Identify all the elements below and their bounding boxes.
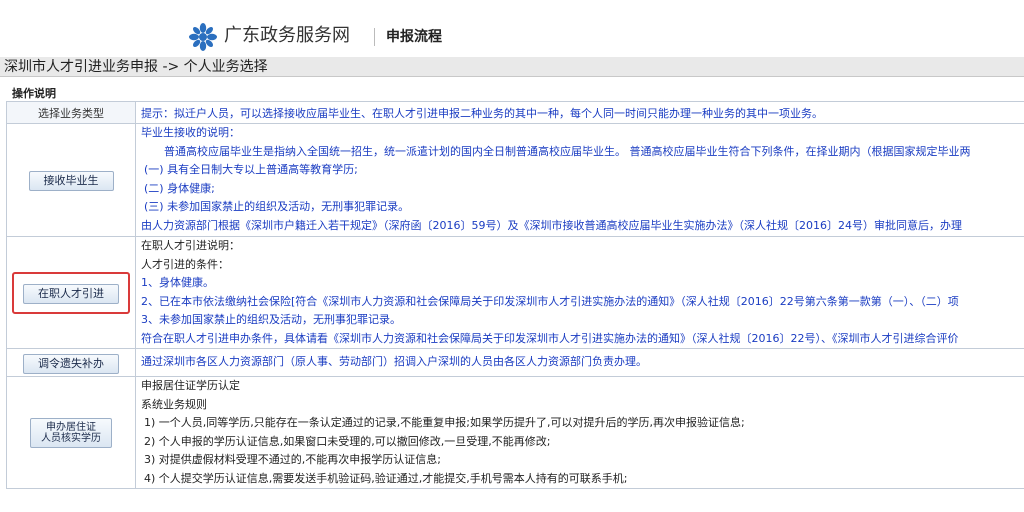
desc-line: 2) 个人申报的学历认证信息,如果窗口未受理的,可以撤回修改,一旦受理,不能再修… [144, 434, 551, 448]
row-action-cell: 接收毕业生 [6, 123, 136, 237]
breadcrumb: 深圳市人才引进业务申报 -> 个人业务选择 [0, 57, 1024, 77]
desc-line: 1、身体健康。 [141, 276, 214, 289]
desc-line: (二) 身体健康; [144, 181, 215, 195]
desc-line: 由人力资源部门根据《深圳市户籍迁入若干规定》（深府函〔2016〕59号）及《深圳… [141, 218, 962, 232]
residence-permit-degree-button[interactable]: 申办居住证 人员核实学历 [30, 417, 112, 448]
header-divider [374, 28, 375, 46]
desc-line: 在职人才引进说明： [141, 239, 240, 252]
button-label-line: 申办居住证 [46, 421, 96, 433]
page-title: 申报流程 [386, 29, 442, 45]
desc-line: (三) 未参加国家禁止的组织及活动，无刑事犯罪记录。 [144, 200, 410, 213]
table-row: 调令遗失补办 通过深圳市各区人力资源部门（原人事、劳动部门）招调入户深圳的人员由… [6, 348, 1024, 377]
desc-line: (一) 具有全日制大专以上普通高等教育学历; [144, 163, 358, 176]
section-title: 操作说明 [12, 87, 56, 100]
tip-text: 提示：拟迁户人员，可以选择接收应届毕业生、在职人才引进申报二种业务的其中一种，每… [135, 101, 1024, 124]
table-row: 接收毕业生 毕业生接收的说明： 普通高校应届毕业生是指纳入全国统一招生，统一派遣… [6, 123, 1024, 237]
desc-line: 2、已在本市依法缴纳社会保险[符合《深圳市人力资源和社会保障局关于印发深圳市人才… [141, 294, 959, 308]
button-label-line: 人员核实学历 [41, 432, 101, 444]
desc-line: 4) 个人提交学历认证信息,需要发送手机验证码,验证通过,才能提交,手机号需本人… [144, 471, 628, 485]
desc-line: 通过深圳市各区人力资源部门（原人事、劳动部门）招调入户深圳的人员由各区人力资源部… [141, 355, 647, 369]
business-selection-table: 选择业务类型 提示：拟迁户人员，可以选择接收应届毕业生、在职人才引进申报二种业务… [6, 101, 1024, 489]
row-action-cell: 在职人才引进 [6, 236, 136, 349]
desc-line: 毕业生接收的说明： [141, 126, 240, 139]
desc-line: 申报居住证学历认定 [141, 379, 240, 392]
desc-line: 系统业务规则 [141, 397, 207, 411]
desc-line: 人才引进的条件： [141, 257, 229, 271]
table-row: 在职人才引进 在职人才引进说明： 人才引进的条件： 1、身体健康。 2、已在本市… [6, 236, 1024, 349]
site-header: 广东政务服务网 申报流程 [0, 12, 1024, 56]
table-row: 申办居住证 人员核实学历 申报居住证学历认定 系统业务规则 1) 一个人员,同等… [6, 376, 1024, 489]
desc-line: 3、未参加国家禁止的组织及活动，无刑事犯罪记录。 [141, 313, 401, 326]
employed-talent-button[interactable]: 在职人才引进 [23, 283, 119, 304]
table-header-row: 选择业务类型 提示：拟迁户人员，可以选择接收应届毕业生、在职人才引进申报二种业务… [6, 101, 1024, 124]
row-action-cell: 调令遗失补办 [6, 348, 136, 377]
row-description: 通过深圳市各区人力资源部门（原人事、劳动部门）招调入户深圳的人员由各区人力资源部… [135, 348, 1024, 377]
desc-line: 1) 一个人员,同等学历,只能存在一条认定通过的记录,不能重复申报;如果学历提升… [144, 416, 745, 429]
column-header-business-type: 选择业务类型 [6, 101, 136, 124]
row-description: 在职人才引进说明： 人才引进的条件： 1、身体健康。 2、已在本市依法缴纳社会保… [135, 236, 1024, 349]
site-logo-icon[interactable] [188, 22, 218, 52]
highlight-box: 在职人才引进 [12, 271, 130, 314]
row-description: 申报居住证学历认定 系统业务规则 1) 一个人员,同等学历,只能存在一条认定通过… [135, 376, 1024, 489]
transfer-order-reissue-button[interactable]: 调令遗失补办 [23, 353, 119, 374]
site-name[interactable]: 广东政务服务网 [224, 22, 350, 50]
desc-line: 普通高校应届毕业生是指纳入全国统一招生，统一派遣计划的国内全日制普通高校应届毕业… [164, 144, 971, 158]
row-description: 毕业生接收的说明： 普通高校应届毕业生是指纳入全国统一招生，统一派遣计划的国内全… [135, 123, 1024, 237]
graduate-intake-button[interactable]: 接收毕业生 [28, 171, 114, 191]
row-action-cell: 申办居住证 人员核实学历 [6, 376, 136, 489]
desc-line: 符合在职人才引进申办条件，具体请看《深圳市人力资源和社会保障局关于印发深圳市人才… [141, 331, 959, 345]
desc-line: 3) 对提供虚假材料受理不通过的,不能再次申报学历认证信息; [144, 453, 441, 466]
